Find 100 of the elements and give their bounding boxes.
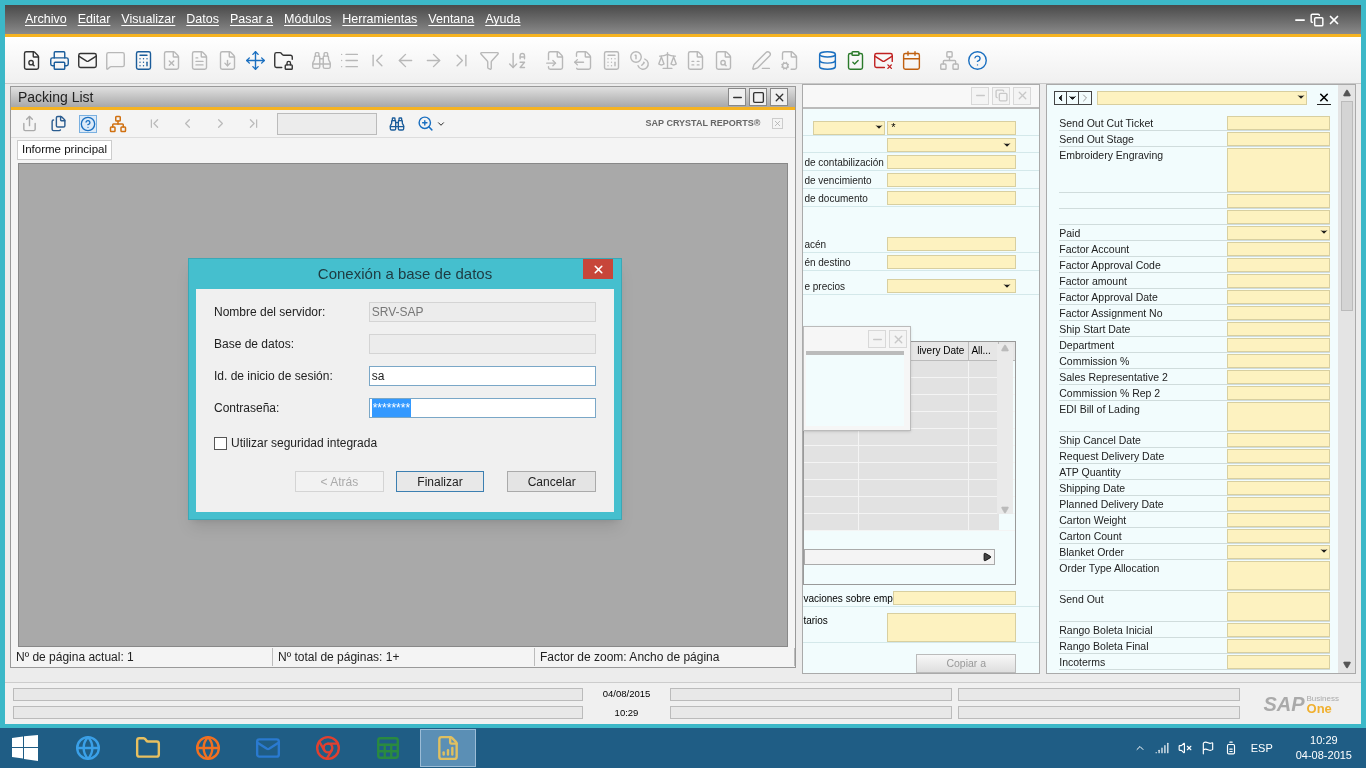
input-field[interactable] xyxy=(887,255,1017,270)
input-field[interactable] xyxy=(1227,306,1330,320)
menu-item[interactable]: Módulos xyxy=(284,10,332,29)
folder-lock-icon[interactable] xyxy=(273,49,294,71)
input-field[interactable] xyxy=(1227,338,1330,352)
scroll-right-icon[interactable] xyxy=(982,551,993,562)
menu-item[interactable]: Ventana xyxy=(428,10,475,29)
restore-button[interactable] xyxy=(992,86,1011,105)
input-field[interactable]: ******** xyxy=(368,398,596,418)
dropdown-field[interactable] xyxy=(1227,226,1330,240)
language-indicator[interactable]: ESP xyxy=(1250,739,1273,757)
input-field[interactable] xyxy=(1227,592,1330,621)
input-field[interactable] xyxy=(1227,561,1330,590)
copy-icon[interactable] xyxy=(50,115,67,132)
status-text: Nº total de páginas: 1+ xyxy=(273,648,535,666)
input-field[interactable] xyxy=(1227,481,1330,495)
file-search-icon[interactable] xyxy=(21,49,42,71)
scroll-thumb[interactable] xyxy=(1340,101,1353,311)
input-field[interactable] xyxy=(1227,274,1330,288)
windows-logo-icon[interactable] xyxy=(12,735,38,761)
input-field[interactable] xyxy=(1227,449,1330,463)
input-field[interactable] xyxy=(887,613,1017,643)
input-field[interactable] xyxy=(1227,354,1330,368)
menu-item[interactable]: Editar xyxy=(77,10,111,29)
maximize-button[interactable] xyxy=(749,88,768,106)
clipboard-check-icon[interactable] xyxy=(845,49,866,71)
menu-item[interactable]: Datos xyxy=(186,10,219,29)
input-field[interactable] xyxy=(1227,290,1330,304)
dropdown-field[interactable] xyxy=(887,137,1017,152)
input-field[interactable] xyxy=(1227,513,1330,527)
dialog-button[interactable]: Finalizar xyxy=(395,471,485,492)
help-icon[interactable] xyxy=(967,49,988,71)
menu-item[interactable]: Visualizar xyxy=(121,10,176,29)
signal-icon[interactable] xyxy=(1154,741,1169,755)
calculator-icon[interactable] xyxy=(133,49,154,71)
input-field[interactable]: sa xyxy=(368,366,596,386)
input-field[interactable] xyxy=(1227,148,1330,192)
move-icon[interactable] xyxy=(245,49,266,71)
calendar-icon[interactable] xyxy=(901,49,922,71)
vertical-scrollbar[interactable] xyxy=(1338,85,1355,673)
input-field[interactable] xyxy=(1227,402,1330,431)
close-icon[interactable] xyxy=(1317,90,1331,105)
input-field[interactable] xyxy=(1227,132,1330,146)
input-field[interactable] xyxy=(1227,655,1330,669)
input-field[interactable] xyxy=(1227,386,1330,400)
menu-item[interactable]: Archivo xyxy=(25,10,67,29)
input-field[interactable] xyxy=(1227,194,1330,208)
printer-icon[interactable] xyxy=(49,49,70,71)
close-button[interactable] xyxy=(583,259,613,279)
database-icon[interactable] xyxy=(817,49,838,71)
restore-icon[interactable] xyxy=(1310,12,1324,27)
input-field[interactable] xyxy=(1227,242,1330,256)
chrome-logo-icon xyxy=(315,735,341,761)
input-field[interactable] xyxy=(887,173,1017,188)
binoculars-icon[interactable] xyxy=(389,115,405,132)
window-title: Packing List xyxy=(18,87,94,107)
report-tab[interactable]: Informe principal xyxy=(17,140,112,160)
input-field[interactable] xyxy=(1227,639,1330,653)
input-field[interactable] xyxy=(1227,322,1330,336)
checkbox[interactable] xyxy=(214,436,227,450)
input-field[interactable] xyxy=(1227,370,1330,384)
zoom-icon[interactable] xyxy=(417,115,434,132)
input-field[interactable] xyxy=(1227,433,1330,447)
horizontal-scrollbar[interactable] xyxy=(804,548,996,565)
input-field[interactable] xyxy=(892,591,1017,606)
tree-icon[interactable] xyxy=(109,114,127,133)
clock[interactable]: 10:29 04-08-2015 xyxy=(1295,733,1352,763)
scroll-down-icon[interactable] xyxy=(1342,661,1351,669)
dialog-button[interactable]: Cancelar xyxy=(507,471,596,492)
taskbar-app[interactable] xyxy=(420,729,476,767)
dropdown-field[interactable] xyxy=(1227,545,1330,559)
dropdown-field[interactable] xyxy=(813,120,886,135)
close-button[interactable] xyxy=(770,88,789,106)
input-field[interactable] xyxy=(1227,497,1330,511)
minimize-button[interactable] xyxy=(728,88,747,106)
input-field[interactable] xyxy=(887,191,1017,206)
menu-item[interactable]: Pasar a xyxy=(229,10,274,29)
category-dropdown[interactable] xyxy=(1097,90,1308,105)
scroll-up-icon[interactable] xyxy=(1342,89,1351,97)
input-field[interactable] xyxy=(1227,623,1330,637)
speaker-muted-icon[interactable] xyxy=(1177,741,1192,755)
input-field[interactable] xyxy=(1227,529,1330,543)
close-icon xyxy=(591,262,605,276)
field-label: Blanket Order xyxy=(1059,545,1124,559)
page-field[interactable] xyxy=(277,112,377,135)
input-field[interactable] xyxy=(887,237,1017,252)
input-field[interactable] xyxy=(1227,465,1330,479)
flag-icon[interactable] xyxy=(1200,741,1215,755)
menu-item[interactable]: Herramientas xyxy=(342,10,418,29)
help-icon[interactable] xyxy=(79,114,97,133)
field-label: Paid xyxy=(1059,226,1081,240)
input-field[interactable] xyxy=(1227,258,1330,272)
menu-item[interactable]: Ayuda xyxy=(485,10,521,29)
input-field[interactable] xyxy=(1227,210,1330,224)
input-field[interactable] xyxy=(1227,116,1330,130)
dropdown-icon[interactable] xyxy=(1067,91,1080,104)
input-field[interactable] xyxy=(887,155,1017,170)
export-icon[interactable] xyxy=(21,115,38,132)
input-field[interactable]: * xyxy=(887,120,1017,135)
dropdown-field[interactable] xyxy=(887,279,1017,294)
